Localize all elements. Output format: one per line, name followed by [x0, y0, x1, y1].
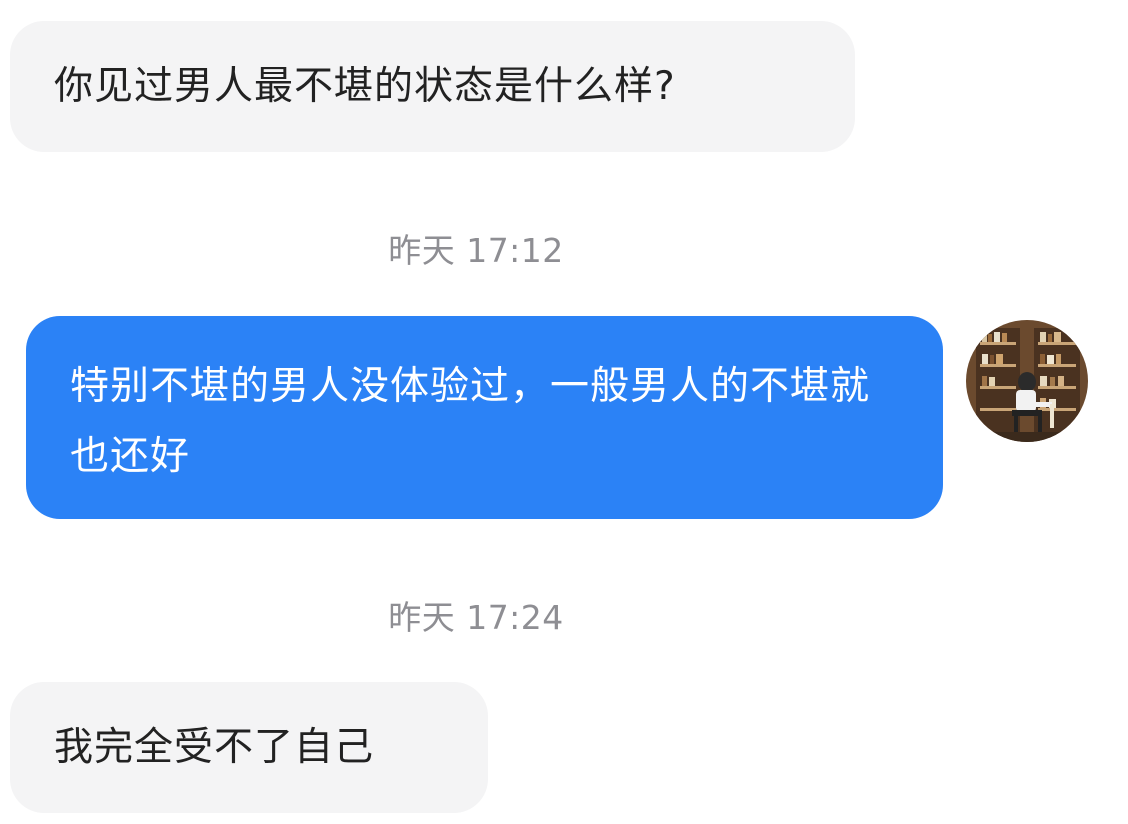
message-timestamp: 昨天 17:24: [388, 598, 564, 637]
user-avatar[interactable]: [966, 320, 1088, 442]
bookshelf-photo-icon: [966, 320, 1088, 442]
incoming-message-bubble[interactable]: 你见过男人最不堪的状态是什么样?: [10, 21, 855, 152]
chat-thread: 你见过男人最不堪的状态是什么样? 昨天 17:12 特别不堪的男人没体验过，一般…: [0, 0, 1128, 824]
outgoing-message-bubble[interactable]: 特别不堪的男人没体验过，一般男人的不堪就也还好: [26, 316, 943, 519]
message-timestamp: 昨天 17:12: [388, 231, 564, 270]
incoming-message-bubble[interactable]: 我完全受不了自己: [10, 682, 488, 813]
